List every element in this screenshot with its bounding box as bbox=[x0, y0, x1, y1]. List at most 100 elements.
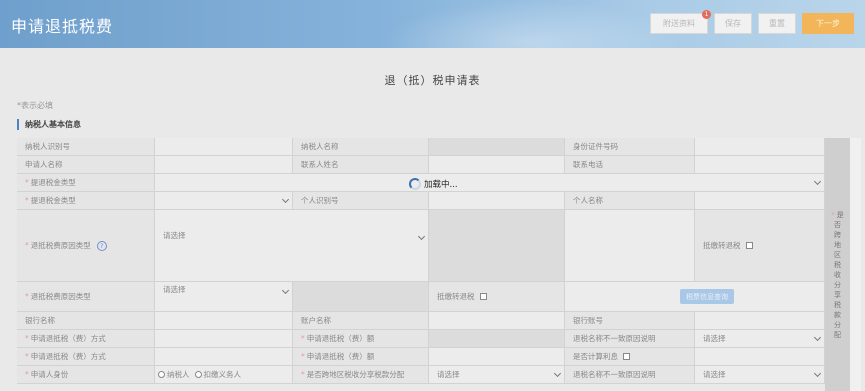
help-icon[interactable]: ? bbox=[96, 240, 107, 251]
label-text: 个人名称 bbox=[573, 196, 603, 205]
required-star: * bbox=[25, 196, 29, 205]
label-text: 账户名称 bbox=[301, 316, 331, 325]
label-text: 退税名称不一致原因说明 bbox=[573, 370, 656, 379]
save-button[interactable]: 保存 bbox=[714, 13, 752, 34]
field-refund-amount[interactable] bbox=[429, 330, 565, 348]
required-star: * bbox=[25, 370, 29, 379]
label-taxpayer-name: 纳税人名称 bbox=[293, 138, 429, 156]
required-star: * bbox=[301, 334, 305, 343]
next-step-button[interactable]: 下一步 bbox=[802, 13, 854, 34]
chevron-down-icon bbox=[813, 369, 822, 377]
refund-reason-type-2-select[interactable]: 请选择 bbox=[155, 282, 293, 312]
field-refund-method-2[interactable] bbox=[155, 348, 293, 366]
label-text: 退抵税费原因类型 bbox=[30, 241, 91, 250]
chevron-down-icon bbox=[553, 369, 562, 377]
chevron-down-icon bbox=[281, 195, 290, 203]
page-title: 申请退抵税费 bbox=[11, 17, 114, 36]
taxpayer-radio-label: 纳税人 bbox=[167, 370, 190, 379]
label-bank-account: 银行账号 bbox=[565, 312, 695, 330]
withholding-agent-radio[interactable] bbox=[194, 371, 202, 378]
field-refund-amount-2[interactable] bbox=[429, 348, 565, 366]
label-text: 银行名称 bbox=[25, 316, 55, 325]
refund-reason-type-select[interactable]: 请选择 bbox=[155, 210, 429, 282]
label-name-mismatch-reason: 退税名称不一致原因说明 bbox=[565, 330, 695, 348]
required-star: * bbox=[25, 352, 29, 361]
label-contact-phone: 联系电话 bbox=[565, 156, 695, 174]
field-contact-name[interactable] bbox=[429, 156, 565, 174]
field-applicant-name[interactable] bbox=[155, 156, 293, 174]
label-refund-method-2: * 申请退抵税（费）方式 bbox=[17, 348, 155, 366]
withholding-agent-radio-label: 扣缴义务人 bbox=[203, 370, 242, 379]
vertical-scrollbar[interactable] bbox=[850, 138, 861, 391]
field-contact-phone[interactable] bbox=[695, 156, 825, 174]
chevron-down-icon bbox=[813, 177, 822, 185]
field-id-doc-no[interactable] bbox=[695, 138, 825, 156]
field-taxpayer-name[interactable] bbox=[429, 138, 565, 156]
attachments-button[interactable]: 附送资料 bbox=[650, 13, 708, 34]
select-value: 请选择 bbox=[437, 370, 460, 379]
required-star: * bbox=[831, 211, 835, 219]
label-text: 申请退抵税（费）方式 bbox=[30, 352, 106, 361]
calc-interest-checkbox[interactable] bbox=[623, 353, 630, 360]
label-contact-name: 联系人姓名 bbox=[293, 156, 429, 174]
loading-indicator: 加载中... bbox=[409, 178, 458, 190]
label-text: 是否计算利息 bbox=[573, 352, 618, 361]
tax-source-query-button[interactable]: 税票信息查询 bbox=[680, 289, 734, 304]
label-text: 申请退抵税（费）方式 bbox=[30, 334, 106, 343]
section-title-basic-info: 纳税人基本信息 bbox=[17, 119, 81, 130]
label-id-doc-no: 身份证件号码 bbox=[565, 138, 695, 156]
label-offset-tax-2: 抵缴转退税 bbox=[429, 282, 565, 312]
reset-button[interactable]: 重置 bbox=[758, 13, 796, 34]
label-refund-type: * 提退税金类型 bbox=[17, 174, 155, 192]
select-value: 请选择 bbox=[163, 231, 186, 240]
label-refund-amount-2: * 申请退抵税（费）额 bbox=[293, 348, 429, 366]
label-text: 银行账号 bbox=[573, 316, 603, 325]
label-text: 纳税人名称 bbox=[301, 142, 339, 151]
label-text: 提退税金类型 bbox=[30, 178, 76, 187]
label-offset-tax: 抵缴转退税 bbox=[695, 210, 825, 282]
refund-reason-2-detail bbox=[293, 282, 429, 312]
label-text: 联系电话 bbox=[573, 160, 603, 169]
label-text: 个人识别号 bbox=[301, 196, 339, 205]
label-text: 申请人身份 bbox=[30, 370, 69, 379]
select-value: 请选择 bbox=[703, 334, 726, 343]
field-taxpayer-id[interactable] bbox=[155, 138, 293, 156]
name-mismatch-2-select[interactable]: 请选择 bbox=[695, 366, 825, 384]
refund-type-2-select[interactable] bbox=[155, 192, 293, 210]
regional-share-select[interactable]: 请选择 bbox=[429, 366, 565, 384]
header-decoration bbox=[380, 0, 680, 48]
refund-type-select[interactable] bbox=[155, 174, 825, 192]
label-personal-id: 个人识别号 bbox=[293, 192, 429, 210]
offset-tax-2-checkbox[interactable] bbox=[479, 293, 487, 300]
label-account-name: 账户名称 bbox=[293, 312, 429, 330]
label-text: 退抵税费原因类型 bbox=[30, 292, 91, 301]
required-star: * bbox=[301, 370, 305, 379]
label-personal-name: 个人名称 bbox=[565, 192, 695, 210]
offset-tax-checkbox[interactable] bbox=[745, 242, 753, 249]
field-bank-account[interactable] bbox=[695, 312, 825, 330]
field-personal-name[interactable] bbox=[695, 192, 825, 210]
required-star: * bbox=[301, 352, 305, 361]
attachments-badge: 1 bbox=[702, 10, 711, 19]
calc-interest-blank bbox=[695, 348, 825, 366]
label-refund-amount: * 申请退抵税（费）额 bbox=[293, 330, 429, 348]
label-text: 退税名称不一致原因说明 bbox=[573, 334, 656, 343]
field-bank-name[interactable] bbox=[155, 312, 293, 330]
label-refund-type-2: * 提退税金类型 bbox=[17, 192, 155, 210]
applicant-identity-radios: 纳税人 扣缴义务人 bbox=[155, 366, 293, 384]
chevron-down-icon bbox=[813, 333, 822, 341]
select-value: 请选择 bbox=[703, 370, 726, 379]
label-text: 申请人名称 bbox=[25, 160, 63, 169]
chevron-down-icon bbox=[417, 232, 426, 241]
label-text: 身份证件号码 bbox=[573, 142, 618, 151]
vertical-label-text: 是否跨地区税收分享税款分配 bbox=[834, 211, 844, 339]
field-personal-id[interactable] bbox=[429, 192, 565, 210]
select-value: 请选择 bbox=[163, 285, 186, 294]
label-taxpayer-id: 纳税人识别号 bbox=[17, 138, 155, 156]
label-refund-reason-type-2: * 退抵税费原因类型 bbox=[17, 282, 155, 312]
name-mismatch-select[interactable]: 请选择 bbox=[695, 330, 825, 348]
field-refund-method[interactable] bbox=[155, 330, 293, 348]
field-account-name[interactable] bbox=[429, 312, 565, 330]
taxpayer-radio[interactable] bbox=[158, 371, 165, 378]
loading-text: 加载中... bbox=[424, 180, 458, 190]
